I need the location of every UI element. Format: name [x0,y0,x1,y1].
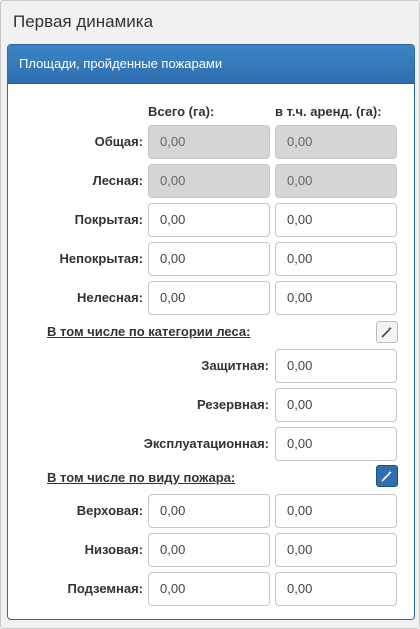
section-fire-type: В том числе по виду пожара: [47,470,236,485]
row-label-ground: Низовая: [84,542,143,557]
magic-wand-icon [381,326,392,338]
panel-title: Площади, пройденные пожарами [8,45,414,84]
crown-total-input[interactable]: 0,00 [148,494,270,528]
magic-wand-icon [381,470,392,482]
underground-leased-input[interactable]: 0,00 [275,572,397,606]
forest-total-field: 0,00 [148,164,270,198]
reserve-input[interactable]: 0,00 [275,388,397,422]
row-label-operational: Эксплуатационная: [143,436,269,451]
row-label-uncovered: Непокрытая: [59,251,143,266]
total-area-total-field: 0,00 [148,125,270,159]
magic-wand-button[interactable] [376,321,398,343]
column-header-total: Всего (га): [148,104,215,119]
operational-input[interactable]: 0,00 [275,427,397,461]
section-forest-category: В том числе по категории леса: [47,324,251,339]
row-label-forest: Лесная: [92,173,143,188]
covered-total-input[interactable]: 0,00 [148,203,270,237]
row-label-reserve: Резервная: [196,397,269,412]
underground-total-input[interactable]: 0,00 [148,572,270,606]
magic-wand-button[interactable] [376,465,398,487]
protective-input[interactable]: 0,00 [275,349,397,383]
nonforest-total-input[interactable]: 0,00 [148,281,270,315]
crown-leased-input[interactable]: 0,00 [275,494,397,528]
uncovered-leased-input[interactable]: 0,00 [275,242,397,276]
row-label-total-area: Общая: [94,134,143,149]
forest-leased-field: 0,00 [275,164,397,198]
nonforest-leased-input[interactable]: 0,00 [275,281,397,315]
covered-leased-input[interactable]: 0,00 [275,203,397,237]
page-title: Первая динамика [13,12,154,31]
form-frame: Первая динамика Площади, пройденные пожа… [0,0,420,629]
row-label-nonforest: Нелесная: [77,290,143,305]
fire-area-panel: Площади, пройденные пожарами Всего (га):… [7,44,415,620]
row-label-underground: Подземная: [67,581,144,596]
total-area-leased-field: 0,00 [275,125,397,159]
ground-leased-input[interactable]: 0,00 [275,533,397,567]
row-label-covered: Покрытая: [74,212,143,227]
row-label-protective: Защитная: [201,358,269,373]
uncovered-total-input[interactable]: 0,00 [148,242,270,276]
column-header-leased: в т.ч. аренд. (га): [275,104,382,119]
ground-total-input[interactable]: 0,00 [148,533,270,567]
row-label-crown: Верховая: [76,503,143,518]
